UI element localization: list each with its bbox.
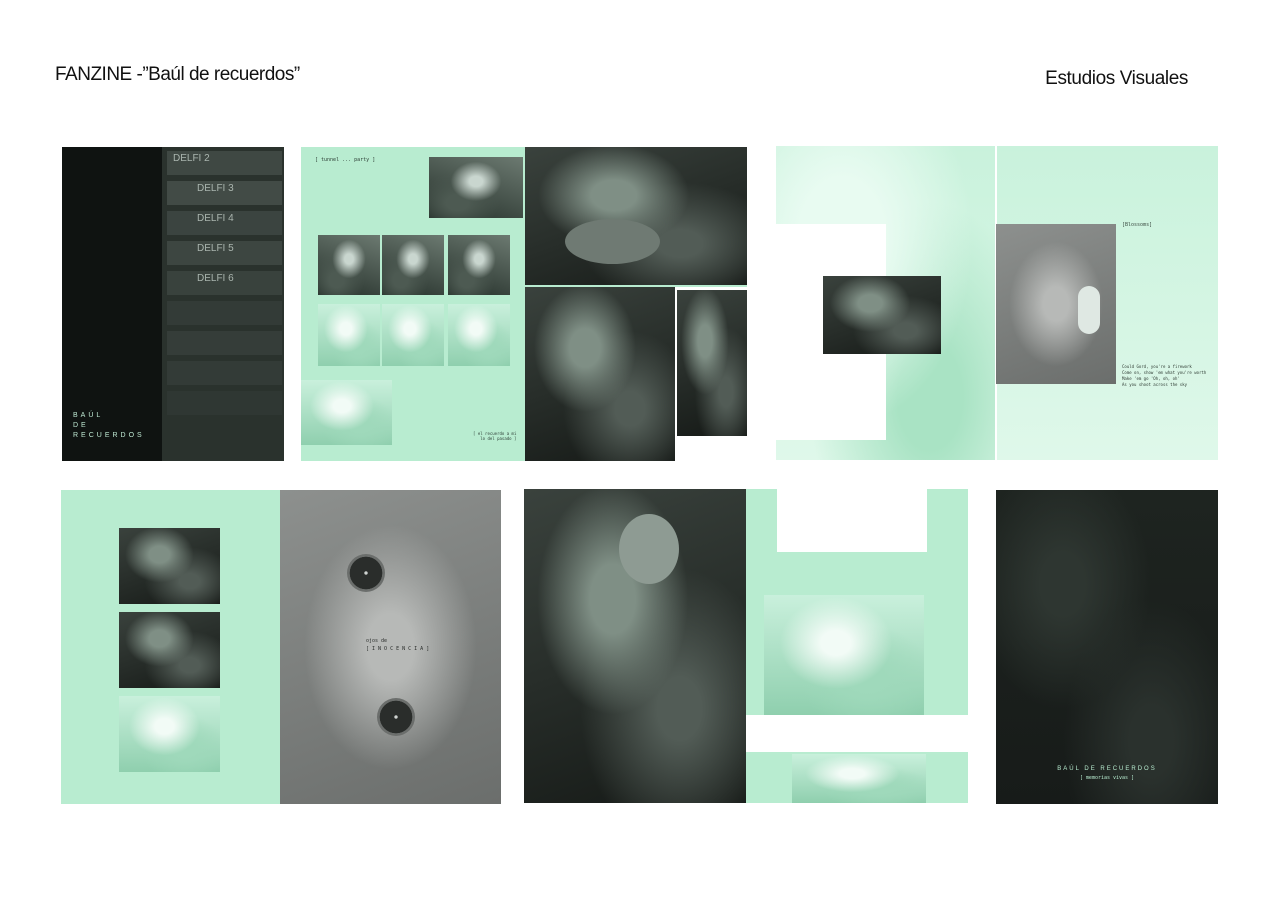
back-subtitle: [ memorias vivas ] [1079,775,1135,781]
small-tag: [Blossoms] [1122,222,1153,228]
tape-label: DELFI 6 [167,271,282,295]
spread-photo-grid: [ tunnel ... party ] [ el recuerdo a mi … [301,147,747,461]
photo-hands [777,489,927,552]
spread-firework-lyrics: [Blossoms] Could Gord, you're a firework… [776,146,1218,460]
white-band [746,715,968,752]
photo-kids-playing [764,595,924,715]
eye-bottom [377,698,415,736]
tape-labels: DELFI 2 DELFI 3 DELFI 4 DELFI 5 DELFI 6 [167,151,282,421]
photo-kids-faces [792,754,926,803]
tape-label: DELFI 2 [167,151,282,175]
fanzine-cover-page: DELFI 2 DELFI 3 DELFI 4 DELFI 5 DELFI 6 … [62,147,284,461]
photo-grid-4 [318,304,380,366]
spread-playground [524,489,968,803]
tape-label: DELFI 5 [167,241,282,265]
center-line-2: [ I N O C E N C I A ] [366,646,430,652]
tape-label: DELFI 3 [167,181,282,205]
photo-grid-1 [318,235,380,295]
cake-shape [565,219,660,264]
course-name: Estudios Visuales [1045,68,1188,89]
photo-grid-6 [448,304,510,366]
photo-grid-5 [382,304,444,366]
photo-girl-collage [525,287,747,461]
back-title: BAÚL DE RECUERDOS [1057,766,1157,772]
photo-grid-2 [382,235,444,295]
photo-mother-child-3 [119,696,220,772]
headphone-shape [1078,286,1100,334]
eye-top [347,554,385,592]
center-line-1: ojos de [366,638,388,644]
tape-label: DELFI 4 [167,211,282,235]
photo-kids-hats [429,157,523,218]
photo-eyes-closeup: ojos de [ I N O C E N C I A ] [280,490,501,804]
photo-girl-playground [524,489,746,803]
back-cover-photo [996,490,1218,804]
photo-headphones-face [996,224,1116,384]
photo-mother-child-1 [119,528,220,604]
child-face [619,514,679,584]
photo-grid-7 [301,380,392,445]
lyric-text: Could Gord, you're a firework Come on, s… [1122,364,1207,387]
page-title: FANZINE -”Baúl de recuerdos” [55,64,300,85]
bottom-note: [ el recuerdo a mi lo del pasado ] [473,431,517,441]
photo-birthday-cake [525,147,747,285]
spread-ojos-inocencia: ojos de [ I N O C E N C I A ] [61,490,501,804]
fanzine-back-cover: BAÚL DE RECUERDOS [ memorias vivas ] [996,490,1218,804]
corner-note: [ tunnel ... party ] [315,157,376,163]
photo-mother-child-2 [119,612,220,688]
photo-grid-3 [448,235,510,295]
cover-title: BAÚL DE RECUERDOS [73,412,145,439]
photo-girl-garden [823,276,941,354]
